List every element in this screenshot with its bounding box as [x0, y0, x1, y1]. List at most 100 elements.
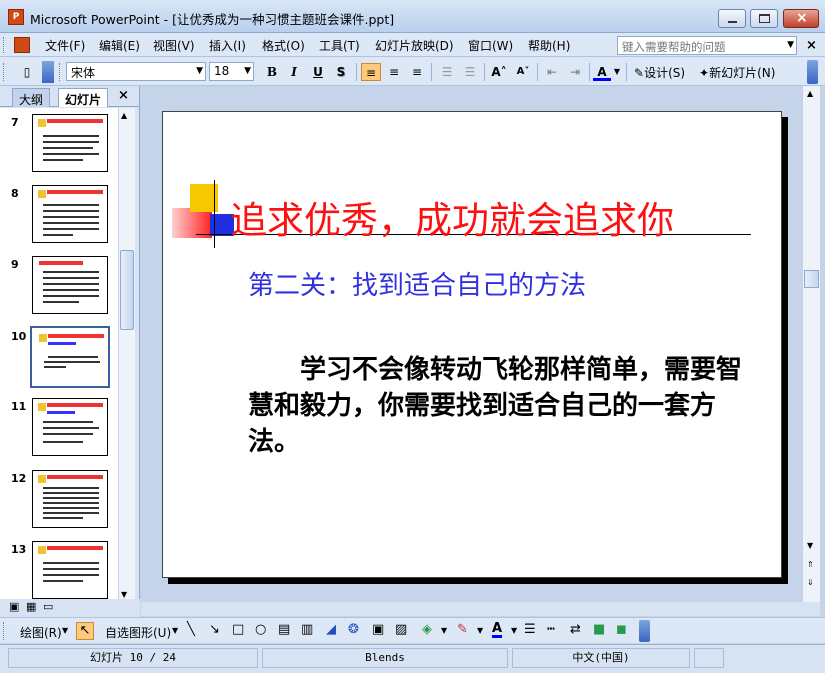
slide-thumbnail-10[interactable]: 10 [0, 326, 118, 398]
arrow-icon[interactable]: ↘ [209, 622, 220, 637]
underline-button[interactable]: U [310, 63, 326, 81]
menu-help[interactable]: 帮助(H) [528, 37, 570, 54]
slide-title[interactable]: 追求优秀，成功就会追求你 [230, 190, 674, 244]
line-color-icon[interactable]: ✎ [457, 622, 468, 637]
powerpoint-app-icon[interactable]: P [8, 9, 24, 25]
toolbar-grip[interactable] [3, 622, 6, 640]
numbering-button[interactable]: ☰ [437, 63, 457, 81]
chevron-down-icon[interactable]: ▼ [477, 626, 483, 635]
menu-tools[interactable]: 工具(T) [319, 37, 360, 54]
font-color-icon[interactable]: A [492, 622, 503, 638]
menu-window[interactable]: 窗口(W) [468, 37, 513, 54]
document-icon[interactable] [14, 37, 30, 53]
toolbar-grip[interactable] [3, 63, 6, 81]
toolbar-grip[interactable] [59, 63, 62, 81]
align-center-button[interactable]: ≡ [384, 63, 404, 81]
diagram-icon[interactable]: ❂ [348, 622, 359, 637]
minimize-button[interactable] [718, 9, 746, 28]
chevron-down-icon[interactable]: ▼ [62, 626, 68, 635]
horizontal-scrollbar[interactable] [141, 602, 820, 616]
line-style-icon[interactable]: ☰ [524, 622, 536, 637]
scrollbar-thumb[interactable] [120, 250, 134, 330]
bullets-button[interactable]: ☰ [460, 63, 480, 81]
shadow-button[interactable]: S [333, 63, 349, 81]
menu-edit[interactable]: 编辑(E) [99, 37, 140, 54]
slide-subtitle[interactable]: 第二关：找到适合自己的方法 [248, 265, 586, 302]
scrollbar-thumb[interactable] [804, 270, 819, 288]
slide-thumbnail-list[interactable]: 7 8 9 10 11 12 13 [0, 108, 118, 602]
arrow-style-icon[interactable]: ⇄ [570, 622, 581, 637]
increase-indent-icon[interactable]: ⇥ [565, 63, 585, 81]
vertical-textbox-icon[interactable]: ▥ [301, 622, 313, 637]
select-objects-icon[interactable]: ↖ [76, 622, 94, 640]
slide-scrollbar[interactable]: ▲ ▼ ⇑ ⇓ [802, 86, 820, 602]
new-slide-button[interactable]: ✦新幻灯片(N) [699, 64, 775, 81]
toolbar-options-button[interactable] [807, 60, 818, 84]
toolbar-options-button[interactable] [42, 61, 54, 83]
design-button[interactable]: ✎设计(S) [634, 64, 685, 81]
slide-thumbnail-8[interactable]: 8 [0, 185, 118, 255]
menu-slideshow[interactable]: 幻灯片放映(D) [375, 37, 454, 54]
line-icon[interactable]: ╲ [187, 622, 195, 637]
help-search-input[interactable]: 键入需要帮助的问题 ▼ [617, 36, 797, 55]
menu-format[interactable]: 格式(O) [262, 37, 305, 54]
textbox-icon[interactable]: ▤ [278, 622, 290, 637]
close-window-button[interactable]: × [783, 9, 819, 28]
rectangle-icon[interactable]: □ [232, 622, 244, 637]
autoshapes-menu-button[interactable]: 自选图形(U) [105, 624, 171, 641]
bold-button[interactable]: B [264, 63, 280, 81]
picture-icon[interactable]: ▨ [395, 622, 407, 637]
tab-slides[interactable]: 幻灯片 [58, 88, 109, 107]
chevron-down-icon[interactable]: ▼ [196, 66, 203, 76]
slide-thumbnail-9[interactable]: 9 [0, 256, 118, 326]
menu-view[interactable]: 视图(V) [153, 37, 195, 54]
scroll-up-icon[interactable]: ▲ [807, 89, 813, 98]
3d-style-icon[interactable]: ◼ [616, 622, 627, 637]
slide-thumbnail-11[interactable]: 11 [0, 398, 118, 468]
wordart-icon[interactable]: ◢ [326, 622, 336, 637]
font-size-select[interactable]: 18 ▼ [209, 62, 254, 81]
chevron-down-icon[interactable]: ▼ [244, 66, 251, 76]
slideshow-view-icon[interactable]: ▭ [43, 600, 53, 613]
toolbar-options-button[interactable] [639, 620, 650, 642]
font-color-icon[interactable]: A [593, 63, 611, 81]
next-slide-icon[interactable]: ⇓ [807, 578, 814, 587]
italic-button[interactable]: I [286, 63, 302, 81]
chevron-down-icon[interactable]: ▼ [441, 626, 447, 635]
decrease-font-size-icon[interactable]: A˅ [513, 63, 533, 81]
normal-view-icon[interactable]: ▣ [9, 600, 19, 613]
slide-thumbnail-7[interactable]: 7 [0, 114, 118, 184]
shadow-style-icon[interactable]: ■ [593, 622, 605, 637]
chevron-down-icon[interactable]: ▼ [172, 626, 178, 635]
align-left-button[interactable]: ≡ [361, 63, 381, 81]
dash-style-icon[interactable]: ┅ [547, 622, 555, 637]
new-document-icon[interactable]: ▯ [18, 63, 36, 81]
maximize-button[interactable] [750, 9, 778, 28]
scroll-down-icon[interactable]: ▼ [121, 590, 127, 599]
close-document-button[interactable]: × [806, 38, 817, 53]
clipart-icon[interactable]: ▣ [372, 622, 384, 637]
oval-icon[interactable]: ○ [255, 622, 266, 637]
align-right-button[interactable]: ≡ [407, 63, 427, 81]
slide-canvas[interactable] [162, 111, 782, 578]
chevron-down-icon[interactable]: ▼ [787, 40, 794, 50]
chevron-down-icon[interactable]: ▼ [612, 63, 622, 81]
slide-thumbnail-12[interactable]: 12 [0, 470, 118, 540]
slide-thumbnail-13[interactable]: 13 [0, 541, 118, 602]
menu-file[interactable]: 文件(F) [45, 37, 85, 54]
increase-font-size-icon[interactable]: A˄ [489, 63, 509, 81]
font-name-select[interactable]: 宋体 ▼ [66, 62, 206, 81]
tab-outline[interactable]: 大纲 [12, 88, 51, 107]
slide-sorter-view-icon[interactable]: ▦ [26, 600, 36, 613]
chevron-down-icon[interactable]: ▼ [511, 626, 517, 635]
thumbnail-scrollbar[interactable]: ▲ ▼ [118, 108, 135, 602]
draw-menu-button[interactable]: 绘图(R) [20, 624, 62, 641]
scroll-down-icon[interactable]: ▼ [807, 541, 813, 550]
toolbar-grip[interactable] [3, 37, 6, 53]
decrease-indent-icon[interactable]: ⇤ [542, 63, 562, 81]
previous-slide-icon[interactable]: ⇑ [807, 560, 814, 569]
slide-body-text[interactable]: 学习不会像转动飞轮那样简单，需要智慧和毅力，你需要找到适合自己的一套方法。 [248, 352, 748, 460]
scroll-up-icon[interactable]: ▲ [121, 111, 127, 120]
fill-color-icon[interactable]: ◈ [422, 622, 432, 637]
menu-insert[interactable]: 插入(I) [209, 37, 246, 54]
